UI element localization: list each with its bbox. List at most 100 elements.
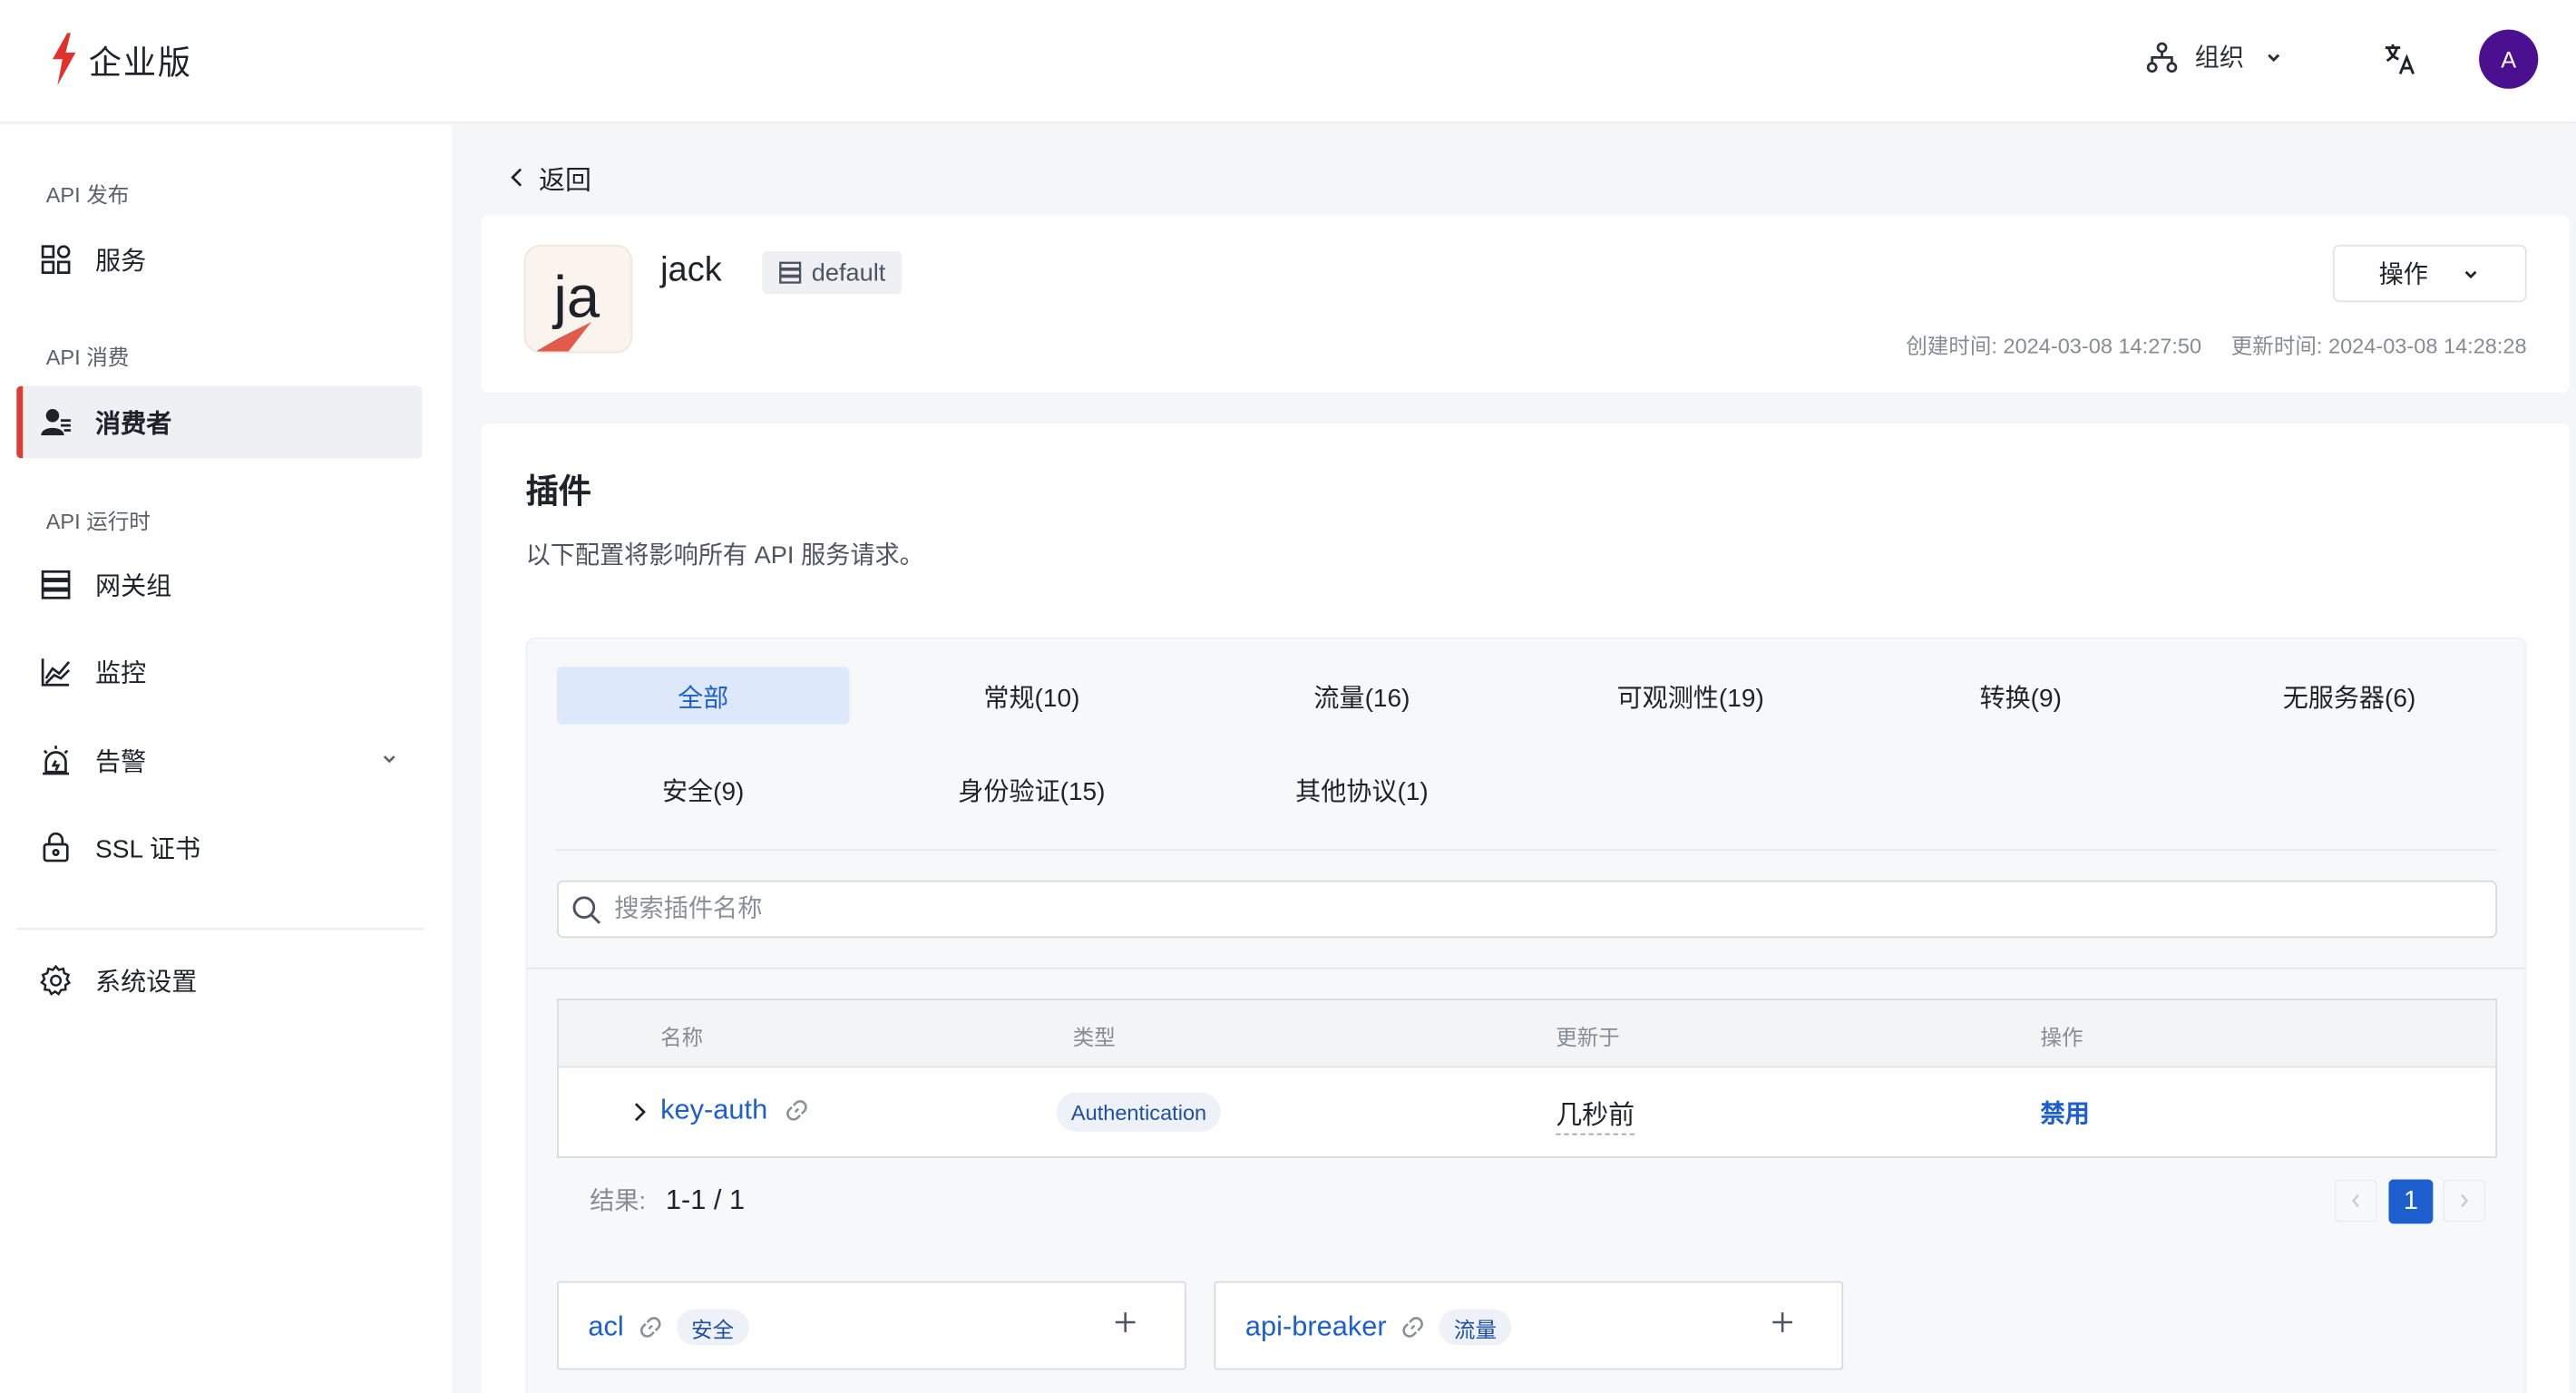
- created-time: 创建时间: 2024-03-08 14:27:50: [1906, 333, 2202, 358]
- monitor-icon: [39, 656, 72, 688]
- gateway-group-tag: default: [762, 251, 903, 295]
- plugin-updated-time: 几秒前: [1556, 1092, 1635, 1135]
- operations-dropdown-button[interactable]: 操作: [2332, 244, 2527, 303]
- sidebar-item-label: 网关组: [95, 573, 172, 601]
- sidebar-item-label: 系统设置: [95, 969, 198, 998]
- org-label: 组织: [2194, 44, 2245, 73]
- tab-authentication[interactable]: 身份验证(15): [885, 761, 1177, 818]
- translate-icon[interactable]: [2382, 41, 2418, 77]
- sidebar-item-alerts[interactable]: 告警: [16, 725, 422, 797]
- plugin-card-name[interactable]: acl: [588, 1310, 623, 1343]
- plus-icon[interactable]: [1112, 1310, 1138, 1336]
- result-value: 1-1 / 1: [665, 1184, 746, 1216]
- table-row: key-auth Authentication 几秒前 禁用: [559, 1067, 2495, 1156]
- plugin-search-input[interactable]: [614, 895, 2422, 923]
- plugin-card-api-breaker[interactable]: api-breaker 流量: [1214, 1281, 1844, 1370]
- lock-icon: [39, 831, 72, 863]
- chevron-down-icon: [383, 755, 395, 764]
- pagination-page-1[interactable]: 1: [2388, 1179, 2434, 1224]
- sidebar-item-consumers[interactable]: 消费者: [16, 385, 423, 459]
- result-label: 结果:: [590, 1187, 647, 1216]
- consumer-icon: [39, 405, 72, 438]
- consumer-header-card: ja jack default 操作 创建时间: 2024-03-08 14:2…: [481, 215, 2570, 393]
- enabled-plugins-table: 名称 类型 更新于 操作 key-auth Authentication 几秒前…: [556, 998, 2498, 1158]
- plus-icon[interactable]: [1770, 1310, 1796, 1336]
- chevron-left-icon: [2351, 1193, 2359, 1208]
- brand-text: 企业版: [88, 44, 192, 82]
- services-icon: [39, 243, 72, 276]
- disable-button[interactable]: 禁用: [2041, 1096, 2090, 1130]
- result-count: 结果: 1-1 / 1: [590, 1183, 745, 1217]
- chevron-left-icon: [511, 168, 522, 187]
- chevron-right-icon: [2461, 1193, 2469, 1208]
- plugin-type-tag: Authentication: [1056, 1092, 1222, 1132]
- sidebar-item-label: 监控: [95, 660, 147, 688]
- plugin-card-name[interactable]: api-breaker: [1245, 1310, 1387, 1343]
- gateway-group-name: default: [811, 258, 886, 287]
- panel-divider: [527, 967, 2525, 969]
- tab-transformation[interactable]: 转换(9): [1875, 667, 2167, 724]
- pagination-prev-button[interactable]: [2334, 1179, 2377, 1223]
- plugins-title: 插件: [525, 474, 592, 511]
- tab-serverless[interactable]: 无服务器(6): [2203, 667, 2495, 724]
- top-header: 企业版 组织 A: [0, 0, 2576, 123]
- user-avatar[interactable]: A: [2479, 29, 2539, 89]
- plugins-card: 插件 以下配置将影响所有 API 服务请求。 全部 常规(10) 流量(16) …: [481, 424, 2570, 1393]
- chevron-right-icon[interactable]: [631, 1101, 648, 1124]
- org-tree-icon: [2146, 41, 2178, 73]
- tab-observability[interactable]: 可观测性(19): [1545, 667, 1837, 724]
- sidebar-item-label: 告警: [95, 748, 147, 777]
- link-icon[interactable]: [784, 1097, 810, 1124]
- sidebar-item-label: SSL 证书: [95, 835, 201, 864]
- pagination-next-button[interactable]: [2443, 1179, 2486, 1223]
- back-link[interactable]: 返回: [509, 158, 591, 197]
- tab-other-protocols[interactable]: 其他协议(1): [1215, 761, 1508, 818]
- chevron-down-icon: [2268, 53, 2280, 62]
- plugin-search[interactable]: [556, 880, 2498, 939]
- tab-all[interactable]: 全部: [556, 667, 850, 725]
- bolt-logo-icon: [52, 33, 76, 86]
- consumer-avatar: ja: [523, 244, 633, 354]
- sidebar-item-services[interactable]: 服务: [16, 223, 422, 296]
- plugin-card-title: api-breaker 流量: [1245, 1309, 1512, 1346]
- plugin-category-tag: 安全: [676, 1309, 749, 1346]
- gateway-icon: [779, 261, 802, 284]
- gateway-icon: [39, 569, 72, 601]
- plugin-category-tag: 流量: [1439, 1309, 1512, 1346]
- sidebar-item-ssl[interactable]: SSL 证书: [16, 812, 422, 884]
- chevron-down-icon: [2464, 269, 2477, 278]
- sidebar-item-gateway-groups[interactable]: 网关组: [16, 549, 422, 621]
- section-label-api-runtime: API 运行时: [45, 509, 151, 534]
- operations-label: 操作: [2378, 260, 2428, 289]
- tab-traffic[interactable]: 流量(16): [1215, 667, 1508, 724]
- search-icon: [572, 895, 601, 924]
- brand-logo[interactable]: 企业版: [49, 33, 192, 86]
- consumer-name: jack: [660, 251, 722, 289]
- column-header-name: 名称: [660, 1025, 704, 1050]
- tabs-divider: [556, 849, 2498, 852]
- plugins-panel: 全部 常规(10) 流量(16) 可观测性(19) 转换(9) 无服务器(6) …: [525, 637, 2527, 1393]
- plugin-name-link[interactable]: key-auth: [660, 1094, 810, 1126]
- org-switcher[interactable]: 组织: [2145, 39, 2283, 73]
- column-header-updated: 更新于: [1556, 1025, 1620, 1050]
- sidebar-item-settings[interactable]: 系统设置: [16, 944, 422, 1017]
- plugin-card-title: acl 安全: [588, 1309, 749, 1346]
- back-label: 返回: [539, 167, 592, 196]
- plugin-card-acl[interactable]: acl 安全: [556, 1281, 1186, 1370]
- column-header-type: 类型: [1072, 1025, 1116, 1050]
- gear-icon: [39, 964, 72, 997]
- section-label-api-consume: API 消费: [45, 345, 130, 370]
- sidebar-item-monitoring[interactable]: 监控: [16, 636, 422, 708]
- tab-general[interactable]: 常规(10): [885, 667, 1177, 724]
- plugins-description: 以下配置将影响所有 API 服务请求。: [525, 541, 924, 570]
- plugin-name: key-auth: [660, 1094, 768, 1125]
- sidebar-divider: [16, 928, 424, 930]
- timestamps: 创建时间: 2024-03-08 14:27:50 更新时间: 2024-03-0…: [1906, 328, 2526, 359]
- column-header-actions: 操作: [2040, 1025, 2083, 1050]
- alarm-icon: [39, 744, 72, 776]
- link-icon[interactable]: [1400, 1314, 1426, 1340]
- section-label-api-publish: API 发布: [45, 182, 130, 208]
- link-icon[interactable]: [637, 1314, 663, 1340]
- tab-security[interactable]: 安全(9): [557, 761, 849, 818]
- paper-plane-icon: [535, 321, 592, 352]
